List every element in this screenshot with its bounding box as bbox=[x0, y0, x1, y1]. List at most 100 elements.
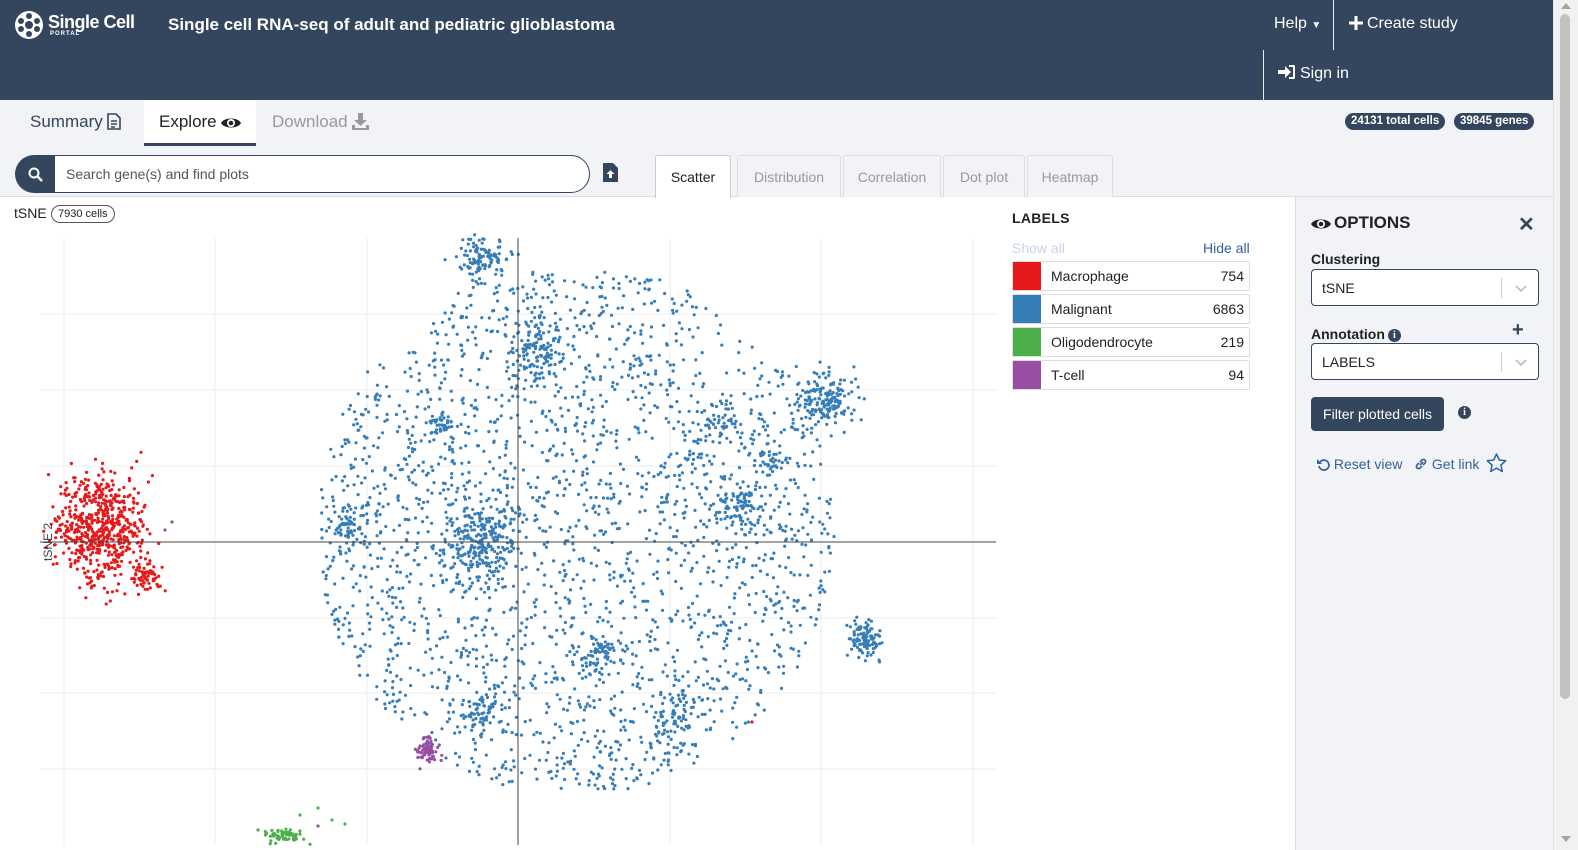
create-study-link[interactable]: Create study bbox=[1349, 15, 1458, 33]
cell-point bbox=[739, 522, 744, 526]
cell-point bbox=[499, 719, 503, 723]
cell-point bbox=[634, 654, 638, 658]
cell-point bbox=[385, 578, 389, 582]
cell-point bbox=[690, 743, 695, 747]
cell-point bbox=[619, 481, 623, 486]
cell-point bbox=[685, 299, 689, 303]
cell-point bbox=[510, 606, 514, 610]
cell-point bbox=[641, 323, 645, 327]
portal-logo[interactable]: Single Cell PORTAL bbox=[14, 10, 135, 40]
scrollbar-thumb[interactable] bbox=[1560, 14, 1570, 699]
cell-point bbox=[563, 429, 568, 434]
cell-point bbox=[673, 669, 677, 673]
cell-point bbox=[71, 495, 75, 499]
cell-point bbox=[529, 319, 534, 323]
cell-point bbox=[483, 625, 487, 629]
cell-point bbox=[795, 400, 799, 404]
page-scrollbar[interactable] bbox=[1553, 0, 1578, 850]
cell-point bbox=[537, 332, 541, 336]
search-button[interactable] bbox=[15, 155, 55, 193]
cell-point bbox=[78, 483, 82, 487]
cell-point bbox=[77, 518, 81, 522]
add-annotation-icon[interactable]: + bbox=[1512, 319, 1524, 342]
annotation-select[interactable]: LABELS bbox=[1311, 343, 1539, 380]
cell-point bbox=[649, 335, 653, 339]
cell-point bbox=[134, 573, 138, 577]
help-menu[interactable]: Help ▼ bbox=[1274, 15, 1321, 33]
cell-point bbox=[535, 730, 539, 734]
cell-point bbox=[148, 559, 152, 563]
cell-point bbox=[530, 684, 535, 688]
cell-point bbox=[582, 579, 586, 583]
cell-point bbox=[700, 452, 704, 456]
scatter-plot[interactable]: tSNE 2 bbox=[0, 230, 1000, 850]
tab-scatter[interactable]: Scatter bbox=[655, 155, 731, 198]
scroll-down-arrow[interactable] bbox=[1561, 836, 1571, 842]
cell-point bbox=[375, 415, 379, 419]
cell-point bbox=[749, 527, 753, 531]
scroll-up-arrow[interactable] bbox=[1561, 3, 1571, 9]
cell-point bbox=[708, 727, 712, 732]
cell-point bbox=[576, 395, 580, 399]
show-all-link[interactable]: Show all bbox=[1012, 240, 1065, 256]
cell-point bbox=[545, 359, 550, 364]
tab-summary[interactable]: Summary bbox=[30, 100, 121, 146]
cell-point bbox=[600, 404, 605, 408]
sign-in-link[interactable]: Sign in bbox=[1278, 64, 1349, 83]
cell-point bbox=[695, 485, 699, 490]
cell-point bbox=[865, 625, 869, 629]
cell-point bbox=[764, 667, 768, 671]
gene-search-input[interactable] bbox=[54, 155, 590, 193]
cell-point bbox=[502, 690, 507, 694]
legend-item-macrophage[interactable]: Macrophage 754 bbox=[1012, 261, 1250, 291]
tab-dot-plot[interactable]: Dot plot bbox=[943, 155, 1025, 197]
legend-item-oligodendrocyte[interactable]: Oligodendrocyte 219 bbox=[1012, 327, 1250, 357]
tab-heatmap[interactable]: Heatmap bbox=[1027, 155, 1113, 197]
cell-point bbox=[610, 385, 615, 389]
info-icon[interactable]: i bbox=[1458, 406, 1471, 419]
cell-point bbox=[433, 373, 437, 377]
cell-point bbox=[503, 548, 507, 552]
cell-point bbox=[141, 584, 145, 588]
reset-view-link[interactable]: Reset view bbox=[1317, 456, 1402, 472]
cell-point bbox=[357, 664, 361, 668]
legend-swatch bbox=[1013, 295, 1041, 323]
cell-point bbox=[738, 339, 742, 343]
cell-point bbox=[596, 354, 600, 358]
cell-point bbox=[403, 517, 407, 521]
cell-point bbox=[347, 634, 351, 638]
cell-point bbox=[756, 518, 760, 522]
cell-point bbox=[474, 406, 478, 410]
get-link[interactable]: Get link bbox=[1414, 456, 1479, 472]
cell-point bbox=[470, 756, 474, 760]
clustering-select[interactable]: tSNE bbox=[1311, 269, 1539, 306]
tab-distribution[interactable]: Distribution bbox=[737, 155, 841, 197]
cell-point bbox=[525, 292, 529, 296]
upload-file-icon[interactable] bbox=[603, 163, 618, 182]
cell-point bbox=[862, 631, 866, 635]
filter-plotted-cells-button[interactable]: Filter plotted cells bbox=[1311, 397, 1444, 431]
tab-explore[interactable]: Explore bbox=[144, 100, 256, 146]
cell-point bbox=[704, 434, 708, 438]
cell-point bbox=[511, 634, 516, 638]
legend-item-t-cell[interactable]: T-cell 94 bbox=[1012, 360, 1250, 390]
cell-point bbox=[584, 420, 588, 425]
cell-point bbox=[639, 329, 643, 333]
legend-item-malignant[interactable]: Malignant 6863 bbox=[1012, 294, 1250, 324]
cell-point bbox=[778, 451, 782, 455]
cell-point bbox=[523, 440, 527, 444]
star-icon[interactable] bbox=[1486, 453, 1507, 473]
cell-point bbox=[400, 717, 404, 721]
tab-download[interactable]: Download bbox=[272, 100, 369, 146]
info-icon[interactable]: i bbox=[1387, 329, 1401, 342]
tab-correlation[interactable]: Correlation bbox=[843, 155, 941, 197]
cell-point bbox=[619, 631, 623, 635]
cell-point bbox=[476, 282, 480, 286]
hide-all-link[interactable]: Hide all bbox=[1203, 240, 1250, 256]
cell-point bbox=[124, 548, 128, 552]
cell-point bbox=[493, 549, 497, 554]
close-icon[interactable]: ✕ bbox=[1518, 212, 1535, 237]
cell-point bbox=[689, 394, 693, 398]
cell-point bbox=[419, 439, 423, 443]
cell-point bbox=[705, 487, 709, 491]
